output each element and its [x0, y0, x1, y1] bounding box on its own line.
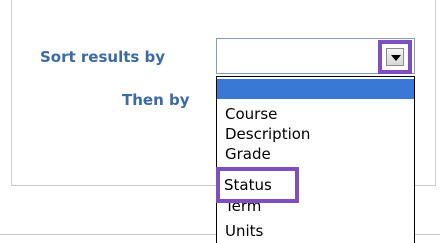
then-by-label: Then by [122, 91, 190, 109]
list-item-course[interactable]: Course [225, 105, 277, 123]
status-option-label[interactable]: Status [224, 176, 272, 194]
list-item-units[interactable]: Units [225, 222, 263, 240]
dropdown-button-face[interactable] [386, 48, 404, 66]
list-item-description[interactable]: Description [225, 125, 310, 143]
dropdown-list: Course Description Grade Status Term Uni… [216, 76, 415, 243]
sort-label: Sort results by [40, 48, 166, 66]
list-item-grade[interactable]: Grade [225, 145, 271, 163]
chevron-down-icon [391, 55, 401, 61]
list-item-highlighted[interactable] [217, 79, 414, 99]
dropdown-button[interactable] [378, 40, 412, 74]
